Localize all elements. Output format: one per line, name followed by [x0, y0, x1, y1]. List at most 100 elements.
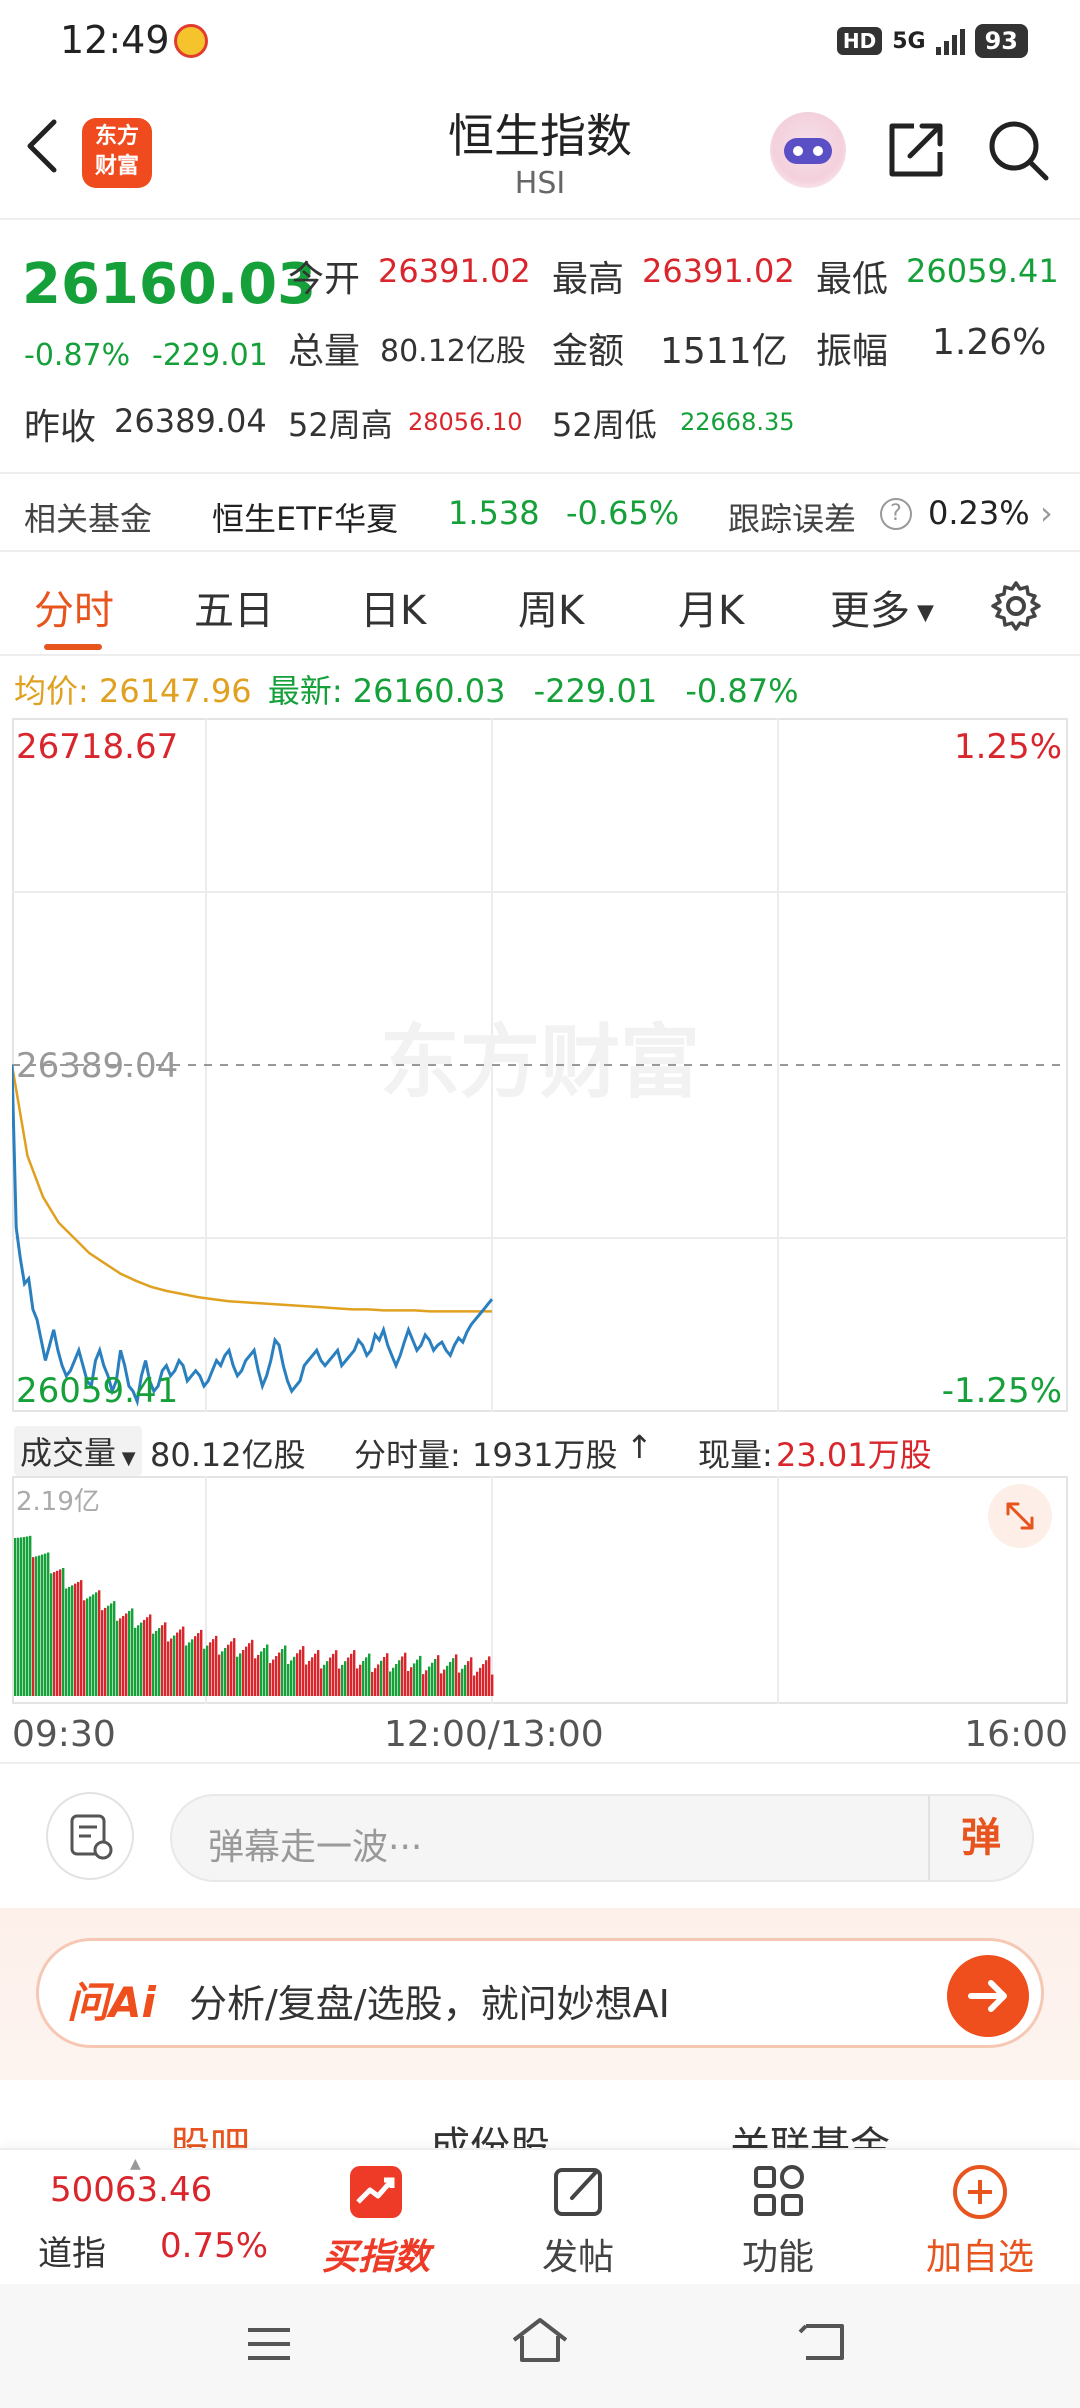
volume-bar [419, 1655, 422, 1696]
volume-bar [410, 1667, 413, 1696]
volume-bar [167, 1641, 170, 1696]
help-icon[interactable]: ? [880, 498, 912, 530]
volume-bar [227, 1644, 230, 1696]
sub-tabs: 股吧 成份股 关联基金 [0, 2080, 1080, 2150]
gear-icon[interactable] [990, 580, 1042, 632]
volume-bar [233, 1638, 236, 1696]
volume-chart[interactable]: 2.19亿 [12, 1476, 1068, 1704]
arrow-right-icon[interactable] [947, 1955, 1029, 2037]
functions-button[interactable]: 功能 [720, 2162, 836, 2282]
bottom-nav: 50063.46 ▲ 道指 0.75% 买指数 发帖 功能 加自选 [0, 2148, 1080, 2284]
volume-bar [446, 1665, 449, 1696]
volume-bar [74, 1583, 77, 1696]
axis-bottom-pct: -1.25% [942, 1371, 1062, 1411]
danmu-toggle-button[interactable]: 弹 [928, 1796, 1032, 1880]
tab-guba[interactable]: 股吧 [170, 2114, 250, 2150]
volume-bar [212, 1639, 215, 1696]
volume-bar [305, 1664, 308, 1696]
volume-bar [269, 1663, 272, 1696]
volume-bar [20, 1537, 23, 1696]
tracking-error-label: 跟踪误差 [728, 500, 857, 538]
volume-bar [221, 1651, 224, 1696]
volume-bar [362, 1661, 365, 1696]
expand-icon[interactable] [988, 1484, 1052, 1548]
related-fund-label: 相关基金 [24, 500, 153, 538]
volume-bar [257, 1654, 260, 1696]
ai-section: 问Ai 分析/复盘/选股，就问妙想AI [0, 1908, 1080, 2080]
battery-icon: 93 [974, 24, 1028, 58]
tab-constituents[interactable]: 成份股 [430, 2114, 550, 2150]
volume-bar [254, 1658, 257, 1696]
volume-bar [458, 1672, 461, 1696]
volume-bar [68, 1586, 71, 1696]
volume-bar [311, 1657, 314, 1696]
volume-bar [44, 1553, 47, 1696]
volume-bar [95, 1592, 98, 1696]
last-price: 26160.03 [22, 252, 317, 317]
fund-name: 恒生ETF华夏 [212, 500, 399, 538]
volume-bar [371, 1671, 374, 1696]
volume-bar [59, 1569, 62, 1696]
amount-value: 1511亿 [660, 331, 788, 372]
volume-bar [425, 1670, 428, 1696]
grid-icon [754, 2165, 804, 2216]
axis-top-pct: 1.25% [954, 727, 1062, 767]
share-icon[interactable] [884, 118, 948, 182]
time-end: 16:00 [964, 1714, 1068, 1755]
fund-price: 1.538 [448, 494, 540, 532]
comment-settings-icon[interactable] [46, 1792, 134, 1880]
volume-bar [398, 1660, 401, 1696]
low-value: 26059.41 [906, 252, 1059, 290]
volume-bar [203, 1648, 206, 1696]
volume-bar [101, 1610, 104, 1696]
ticker-index-value[interactable]: 50063.46 [50, 2170, 212, 2210]
related-fund-row[interactable]: 相关基金 恒生ETF华夏 1.538 -0.65% 跟踪误差 ? 0.23% › [0, 472, 1080, 552]
volume-total: 80.12亿股 [150, 1436, 306, 1474]
tab-monthly-k[interactable]: 月K [678, 578, 744, 636]
search-icon[interactable] [986, 118, 1050, 182]
volume-bar [245, 1646, 248, 1696]
menu-icon[interactable] [244, 2324, 294, 2364]
buy-index-button[interactable]: 买指数 [318, 2162, 434, 2282]
add-watchlist-button[interactable]: 加自选 [912, 2162, 1048, 2282]
volume-bar [179, 1629, 182, 1696]
amplitude-value: 1.26% [932, 322, 1047, 363]
volume-bar [293, 1656, 296, 1696]
ai-ask-bar[interactable]: 问Ai 分析/复盘/选股，就问妙想AI [36, 1938, 1044, 2048]
change-percent: -0.87% [24, 338, 131, 373]
volume-bar [176, 1632, 179, 1696]
danmu-input[interactable]: 弹幕走一波··· 弹 [170, 1794, 1034, 1882]
avg-price-value: 26147.96 [98, 672, 252, 710]
volume-bar [431, 1662, 434, 1696]
back-nav-icon[interactable] [796, 2320, 850, 2364]
tab-five-day[interactable]: 五日 [194, 578, 274, 636]
volume-bar [71, 1585, 74, 1696]
volume-bar [32, 1557, 35, 1696]
volume-bar [53, 1572, 56, 1696]
tab-related-funds[interactable]: 关联基金 [730, 2114, 890, 2150]
status-indicators: HD 5G 93 [836, 24, 1028, 58]
volume-bar [407, 1670, 410, 1696]
volume-bar [80, 1580, 83, 1696]
home-icon[interactable] [508, 2314, 572, 2366]
volume-bar [299, 1649, 302, 1696]
network-type: 5G [892, 28, 926, 54]
volume-bar [392, 1667, 395, 1696]
tab-weekly-k[interactable]: 周K [518, 578, 584, 636]
volume-bar [317, 1650, 320, 1696]
tab-more[interactable]: 更多 ▼ [830, 578, 934, 636]
tab-daily-k[interactable]: 日K [360, 578, 426, 636]
volume-selector[interactable]: 成交量 ▼ [14, 1426, 142, 1476]
latest-value: 26160.03 [352, 672, 506, 710]
volume-bar [338, 1668, 341, 1696]
post-button[interactable]: 发帖 [520, 2162, 636, 2282]
ai-assistant-avatar[interactable] [770, 112, 846, 188]
volume-bar [137, 1625, 140, 1696]
volume-bar [275, 1656, 278, 1696]
tab-intraday[interactable]: 分时 [34, 578, 114, 636]
volume-bar [434, 1658, 437, 1696]
volume-bar [326, 1661, 329, 1696]
intraday-price-chart[interactable]: 东方财富 26718.67 1.25% 26389.04 26059.41 -1… [12, 718, 1068, 1412]
ai-logo: 问Ai [67, 1978, 156, 2027]
volume-header: 成交量 ▼ 80.12亿股 分时量: 1931万股 ↑ 现量: 23.01万股 [12, 1418, 1068, 1476]
